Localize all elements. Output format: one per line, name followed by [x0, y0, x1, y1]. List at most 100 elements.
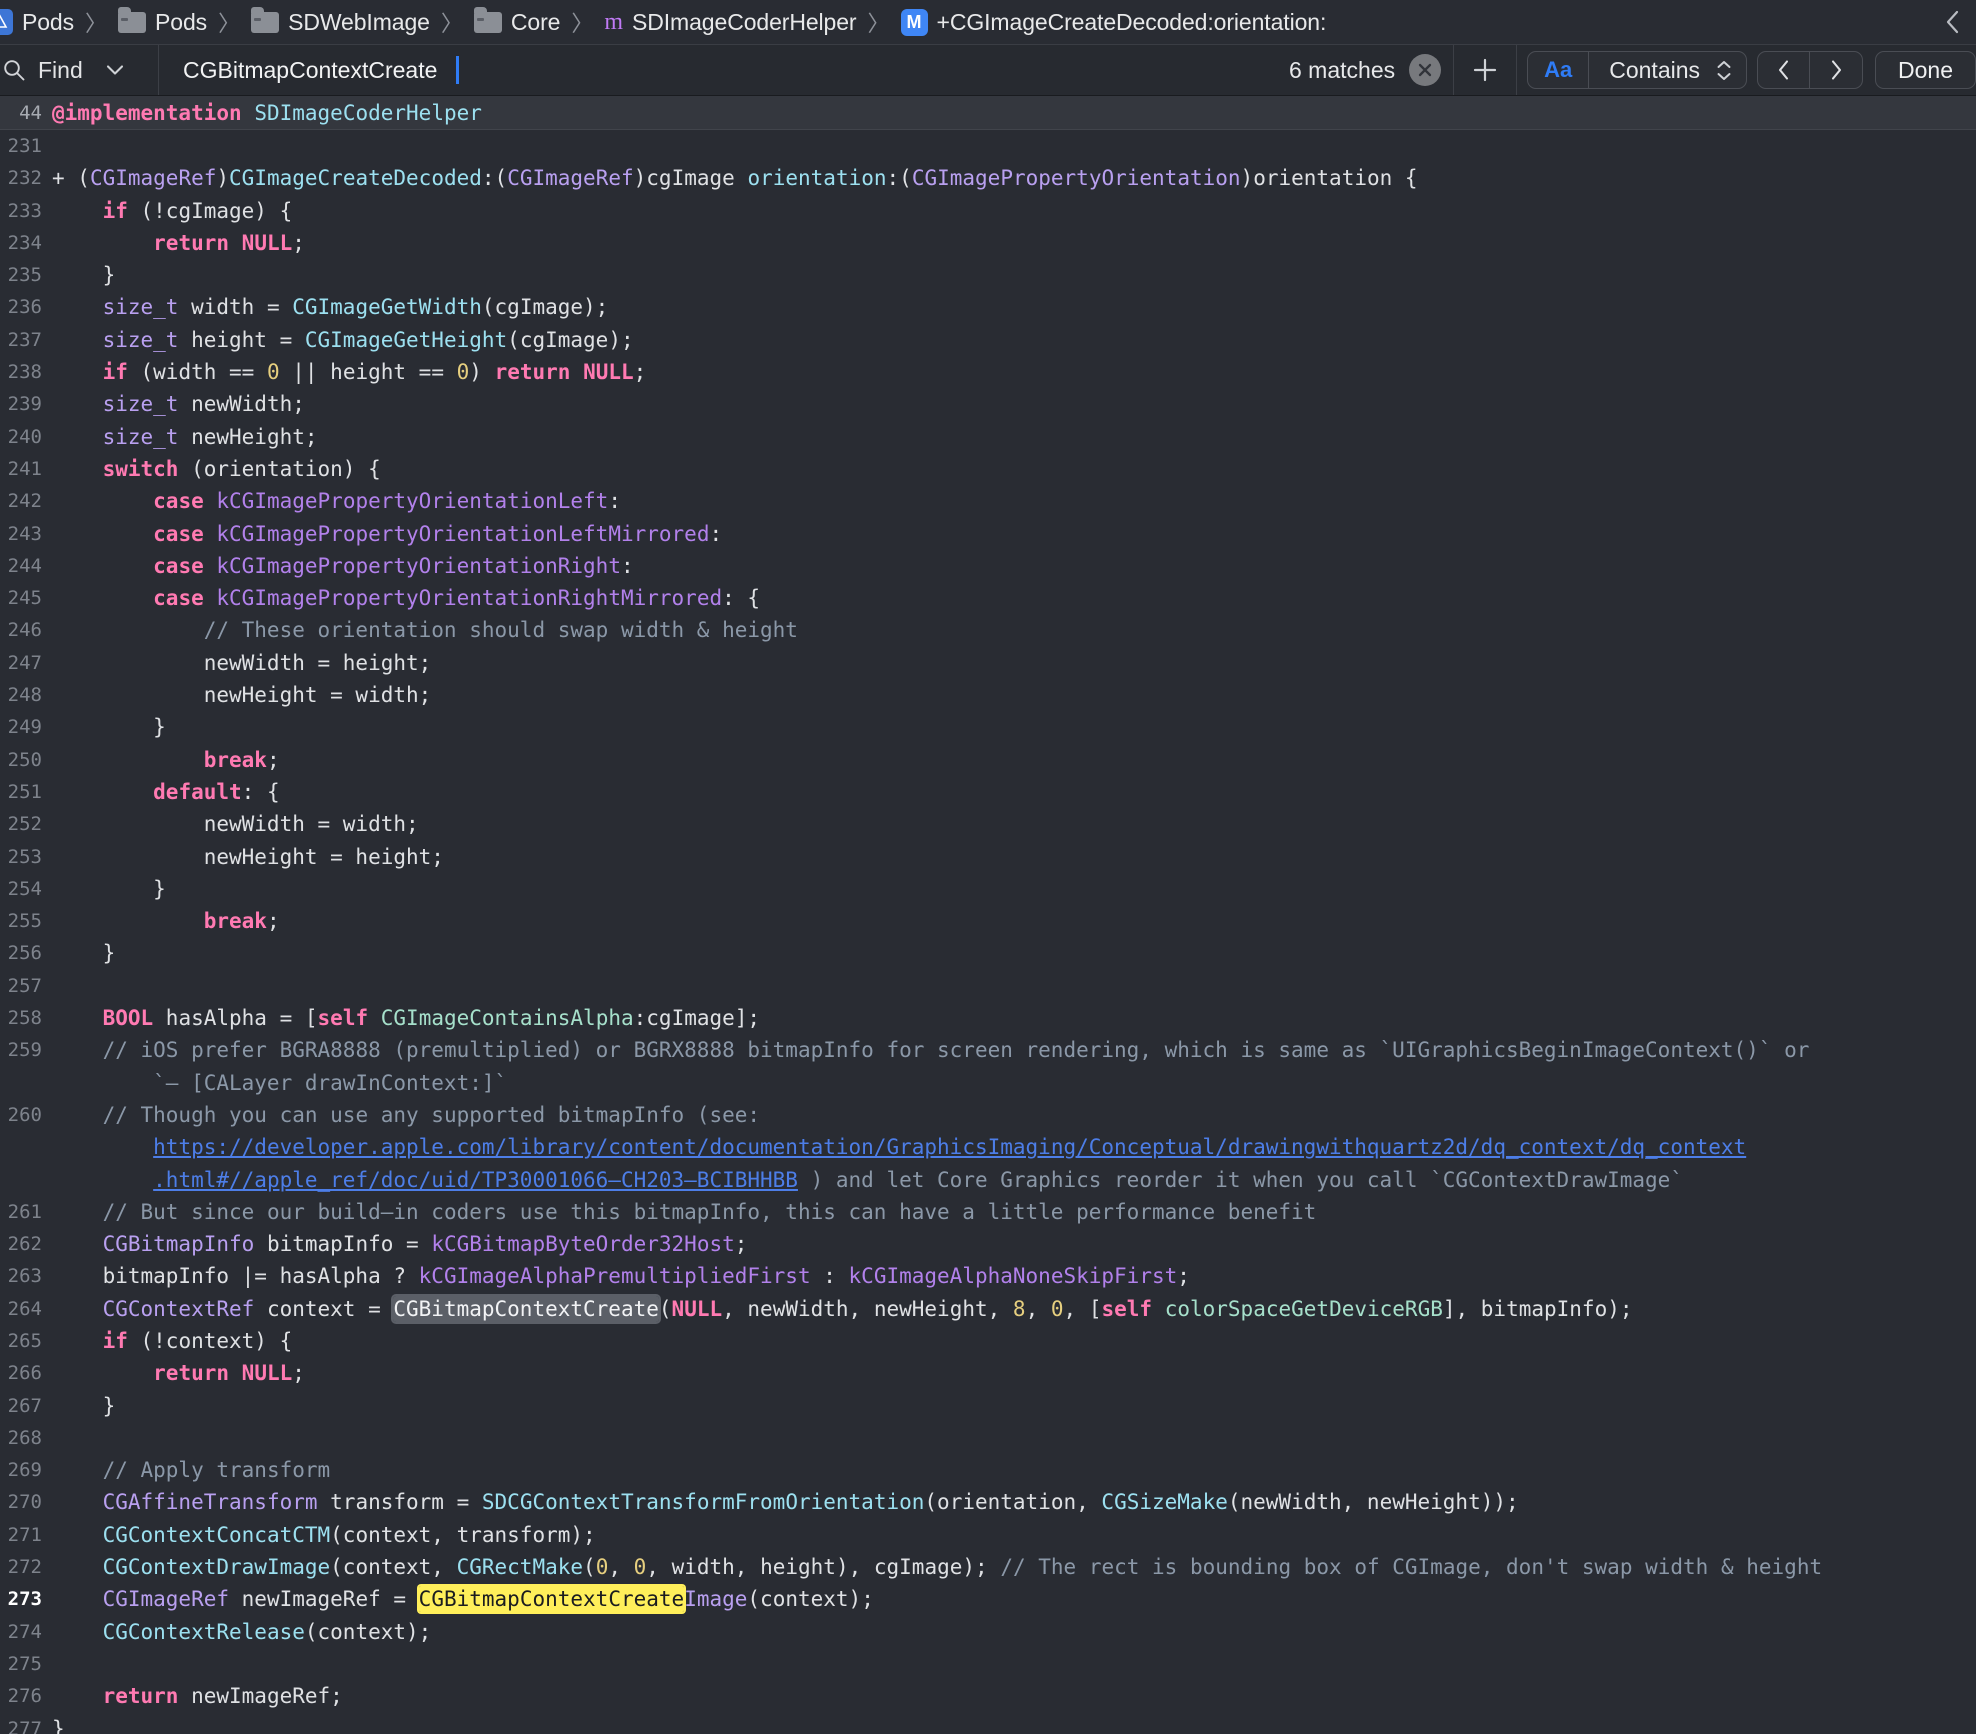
code-line-content[interactable]: } — [52, 259, 1976, 291]
line-number[interactable]: 244 — [0, 550, 52, 582]
line-number[interactable]: 238 — [0, 356, 52, 388]
code-line[interactable]: 260 // Though you can use any supported … — [0, 1099, 1976, 1131]
code-line-content[interactable]: .html#//apple_ref/doc/uid/TP30001066–CH2… — [52, 1164, 1976, 1196]
code-line-content[interactable]: if (!cgImage) { — [52, 195, 1976, 227]
code-line[interactable]: 246 // These orientation should swap wid… — [0, 614, 1976, 646]
line-number[interactable]: 259 — [0, 1034, 52, 1066]
code-line[interactable]: 273 CGImageRef newImageRef = CGBitmapCon… — [0, 1583, 1976, 1615]
code-line[interactable]: 250 break; — [0, 744, 1976, 776]
breadcrumb-item-sdimagecoderhelper[interactable]: m SDImageCoderHelper — [604, 9, 856, 36]
code-line[interactable]: 264 CGContextRef context = CGBitmapConte… — [0, 1293, 1976, 1325]
breadcrumb-item-pods[interactable]: Pods — [118, 6, 207, 36]
source-code-editor[interactable]: 231 232 + (CGImageRef)CGImageCreateDecoded… — [0, 130, 1976, 1734]
line-number[interactable]: 260 — [0, 1099, 52, 1131]
line-number[interactable]: 273 — [0, 1583, 52, 1615]
line-number[interactable]: 274 — [0, 1616, 52, 1648]
code-line[interactable]: 235 } — [0, 259, 1976, 291]
code-line[interactable]: 243 case kCGImagePropertyOrientationLeft… — [0, 518, 1976, 550]
code-line[interactable]: 275 — [0, 1648, 1976, 1680]
code-line[interactable]: 239 size_t newWidth; — [0, 388, 1976, 420]
code-line-content[interactable]: } — [52, 1713, 1976, 1734]
search-input[interactable] — [183, 56, 458, 84]
code-line[interactable]: https://developer.apple.com/library/cont… — [0, 1131, 1976, 1163]
code-line-content[interactable]: case kCGImagePropertyOrientationRightMir… — [52, 582, 1976, 614]
previous-match-button[interactable] — [1758, 52, 1811, 88]
code-line[interactable]: 270 CGAffineTransform transform = SDCGCo… — [0, 1486, 1976, 1518]
code-line-content[interactable]: return NULL; — [52, 1357, 1976, 1389]
code-line[interactable]: 259 // iOS prefer BGRA8888 (premultiplie… — [0, 1034, 1976, 1066]
code-line[interactable]: 261 // But since our build–in coders use… — [0, 1196, 1976, 1228]
code-line[interactable]: 271 CGContextConcatCTM(context, transfor… — [0, 1519, 1976, 1551]
line-number[interactable]: 236 — [0, 291, 52, 323]
code-line[interactable]: 236 size_t width = CGImageGetWidth(cgIma… — [0, 291, 1976, 323]
line-number[interactable]: 269 — [0, 1454, 52, 1486]
line-number[interactable]: 265 — [0, 1325, 52, 1357]
line-number[interactable]: 252 — [0, 808, 52, 840]
code-line-content[interactable]: if (!context) { — [52, 1325, 1976, 1357]
line-number[interactable]: 271 — [0, 1519, 52, 1551]
code-line[interactable]: 265 if (!context) { — [0, 1325, 1976, 1357]
code-line[interactable]: 254 } — [0, 873, 1976, 905]
code-line-content[interactable]: size_t height = CGImageGetHeight(cgImage… — [52, 324, 1976, 356]
code-line-content[interactable]: CGContextConcatCTM(context, transform); — [52, 1519, 1976, 1551]
next-match-button[interactable] — [1810, 52, 1862, 88]
code-line[interactable]: 240 size_t newHeight; — [0, 421, 1976, 453]
code-line-content[interactable]: } — [52, 711, 1976, 743]
breadcrumb-item-sdwebimage[interactable]: SDWebImage — [251, 6, 430, 36]
code-line[interactable]: 262 CGBitmapInfo bitmapInfo = kCGBitmapB… — [0, 1228, 1976, 1260]
code-line[interactable]: 256 } — [0, 937, 1976, 969]
code-line-content[interactable]: break; — [52, 905, 1976, 937]
code-line-content[interactable]: case kCGImagePropertyOrientationRight: — [52, 550, 1976, 582]
line-number[interactable]: 276 — [0, 1680, 52, 1712]
clear-search-button[interactable] — [1409, 54, 1442, 86]
line-number[interactable]: 251 — [0, 776, 52, 808]
code-line-content[interactable]: return newImageRef; — [52, 1680, 1976, 1712]
code-line[interactable]: 267 } — [0, 1390, 1976, 1422]
line-number[interactable]: 235 — [0, 259, 52, 291]
line-number[interactable]: 245 — [0, 582, 52, 614]
code-line[interactable]: 245 case kCGImagePropertyOrientationRigh… — [0, 582, 1976, 614]
code-line-content[interactable]: CGBitmapInfo bitmapInfo = kCGBitmapByteO… — [52, 1228, 1976, 1260]
code-line[interactable]: 258 BOOL hasAlpha = [self CGImageContain… — [0, 1002, 1976, 1034]
code-line-content[interactable]: // Apply transform — [52, 1454, 1976, 1486]
find-scope-selector[interactable]: Find — [0, 45, 150, 95]
line-number[interactable]: 233 — [0, 195, 52, 227]
line-number[interactable]: 257 — [0, 970, 52, 1002]
line-number[interactable]: 261 — [0, 1196, 52, 1228]
code-line-content[interactable]: size_t newHeight; — [52, 421, 1976, 453]
code-line[interactable]: 272 CGContextDrawImage(context, CGRectMa… — [0, 1551, 1976, 1583]
code-line[interactable]: 255 break; — [0, 905, 1976, 937]
add-search-term-button[interactable] — [1454, 45, 1516, 95]
code-line-content[interactable]: newHeight = height; — [52, 841, 1976, 873]
code-line-content[interactable]: break; — [52, 744, 1976, 776]
code-line[interactable]: 274 CGContextRelease(context); — [0, 1616, 1976, 1648]
line-number[interactable]: 246 — [0, 614, 52, 646]
code-line[interactable]: 234 return NULL; — [0, 227, 1976, 259]
line-number[interactable]: 241 — [0, 453, 52, 485]
line-number[interactable]: 250 — [0, 744, 52, 776]
line-number[interactable]: 255 — [0, 905, 52, 937]
code-line[interactable]: 242 case kCGImagePropertyOrientationLeft… — [0, 485, 1976, 517]
code-line-content[interactable]: newWidth = height; — [52, 647, 1976, 679]
line-number[interactable]: 267 — [0, 1390, 52, 1422]
line-number[interactable]: 239 — [0, 388, 52, 420]
code-line-content[interactable]: } — [52, 1390, 1976, 1422]
code-line-content[interactable]: // iOS prefer BGRA8888 (premultiplied) o… — [52, 1034, 1976, 1066]
code-line[interactable]: 269 // Apply transform — [0, 1454, 1976, 1486]
code-line[interactable]: 263 bitmapInfo |= hasAlpha ? kCGImageAlp… — [0, 1260, 1976, 1292]
code-line[interactable]: 277} — [0, 1713, 1976, 1734]
breadcrumb-item-core[interactable]: Core — [473, 6, 560, 36]
code-line-content[interactable]: return NULL; — [52, 227, 1976, 259]
code-line[interactable]: 266 return NULL; — [0, 1357, 1976, 1389]
line-number[interactable]: 237 — [0, 324, 52, 356]
line-number[interactable]: 240 — [0, 421, 52, 453]
line-number[interactable]: 231 — [0, 130, 52, 162]
code-line-content[interactable]: https://developer.apple.com/library/cont… — [52, 1131, 1976, 1163]
code-line[interactable]: `– [CALayer drawInContext:]` — [0, 1067, 1976, 1099]
line-number[interactable]: 263 — [0, 1260, 52, 1292]
line-number[interactable]: 249 — [0, 711, 52, 743]
line-number[interactable]: 258 — [0, 1002, 52, 1034]
line-number[interactable]: 264 — [0, 1293, 52, 1325]
code-line[interactable]: 268 — [0, 1422, 1976, 1454]
collapse-editor-button[interactable] — [1938, 7, 1968, 37]
